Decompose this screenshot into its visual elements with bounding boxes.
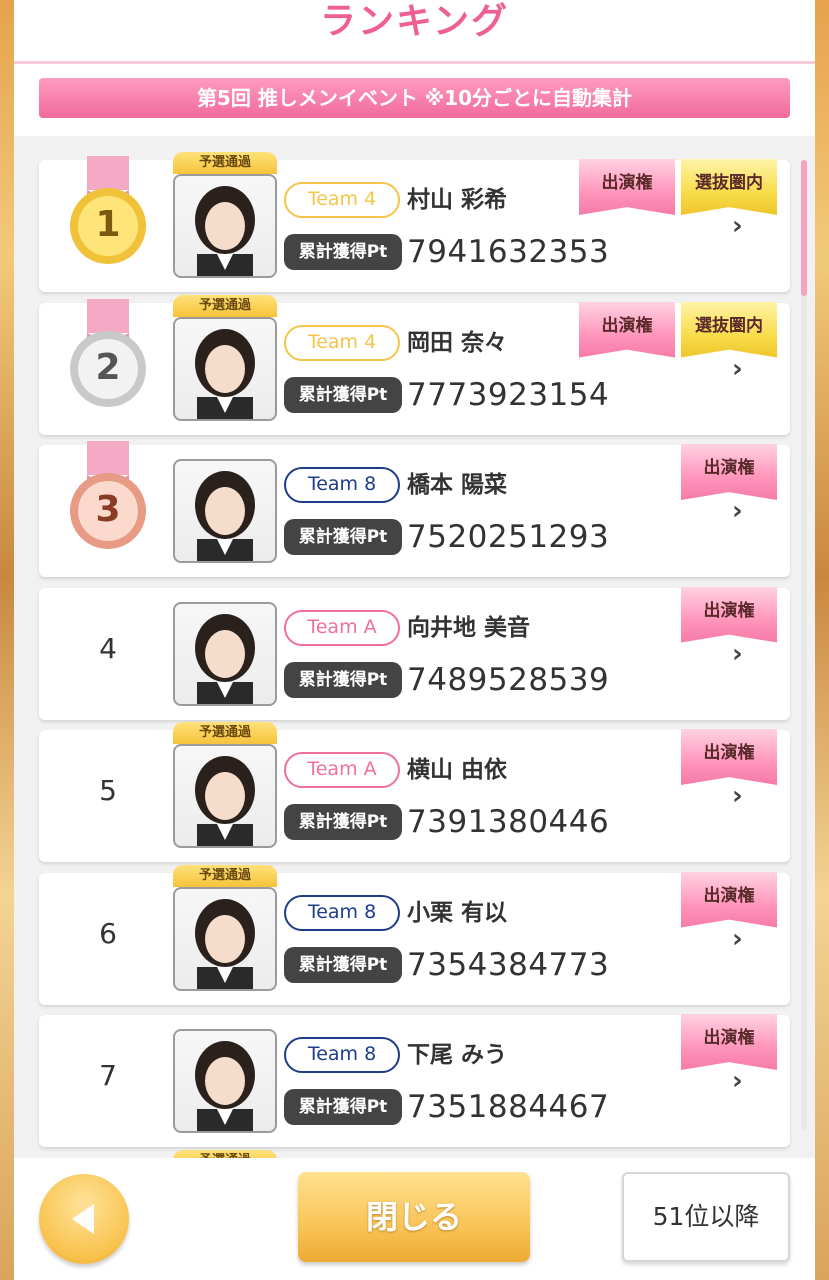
back-button[interactable] [39, 1174, 129, 1264]
ranking-row[interactable]: 2 予選通過 Team 4 岡田 奈々 累計獲得Pt 7773923154 出演権 選抜圏内 › [39, 294, 790, 435]
points-value: 7773923154 [407, 376, 610, 413]
points-value: 7520251293 [407, 519, 610, 555]
member-photo[interactable] [173, 174, 277, 278]
selected-badge: 選抜圏内 [681, 159, 777, 215]
chevron-right-icon[interactable]: › [732, 213, 756, 239]
chevron-right-icon[interactable]: › [732, 641, 756, 667]
footer: 閉じる 51位以降 [14, 1158, 815, 1280]
rank-number: 7 [99, 1059, 117, 1092]
appearance-badge: 出演権 [681, 1014, 777, 1070]
appearance-badge: 出演権 [579, 301, 675, 358]
member-photo[interactable] [173, 316, 277, 421]
qualify-tag: 予選通過 [173, 722, 277, 744]
points-value: 7489528539 [407, 661, 610, 698]
points-label: 累計獲得Pt [284, 804, 402, 840]
member-name: 向井地 美音 [407, 614, 531, 641]
chevron-right-icon[interactable]: › [732, 926, 756, 952]
chevron-right-icon[interactable]: › [732, 356, 756, 382]
triangle-left-icon [72, 1204, 94, 1234]
appearance-badge: 出演権 [681, 729, 777, 785]
ranking-row[interactable]: 5 予選通過 Team A 横山 由依 累計獲得Pt 7391380446 出演権 › [39, 722, 790, 862]
points-value: 7351884467 [407, 1089, 610, 1125]
rank-number: 4 [99, 631, 117, 665]
member-name: 岡田 奈々 [407, 329, 508, 356]
points-label: 累計獲得Pt [284, 661, 402, 698]
rank-number: 2 [95, 346, 121, 388]
team-badge: Team 4 [284, 182, 400, 218]
qualify-tag: 予選通過 [173, 152, 277, 174]
qualify-tag: 予選通過 [173, 1149, 277, 1158]
gold-medal-icon: 1 [63, 156, 153, 266]
ranking-row[interactable]: 7 Team 8 下尾 みう 累計獲得Pt 7351884467 出演権 › [39, 1014, 790, 1147]
silver-medal-icon: 2 [63, 298, 153, 409]
points-label: 累計獲得Pt [284, 234, 402, 270]
chevron-right-icon[interactable]: › [732, 783, 756, 809]
team-badge: Team 8 [284, 1037, 400, 1073]
rank-number: 3 [95, 489, 121, 530]
appearance-badge: 出演権 [681, 586, 777, 643]
qualify-tag: 予選通過 [173, 864, 277, 887]
scrollbar[interactable] [801, 160, 807, 1130]
rank-number: 5 [99, 774, 117, 807]
member-photo[interactable] [173, 601, 277, 706]
team-badge: Team 8 [284, 894, 400, 931]
next-page-button[interactable]: 51位以降 [622, 1172, 790, 1262]
member-name: 村山 彩希 [407, 187, 508, 213]
team-badge: Team A [284, 752, 400, 788]
points-label: 累計獲得Pt [284, 376, 402, 413]
background-left [0, 0, 14, 1280]
member-photo[interactable] [173, 1029, 277, 1133]
header: ランキング [14, 0, 815, 64]
ranking-panel: ランキング 第5回 推しメンイベント ※10分ごとに自動集計 1 予選通過 Team… [14, 0, 815, 1280]
member-name: 横山 由依 [407, 757, 508, 783]
ranking-list[interactable]: 1 予選通過 Team 4 村山 彩希 累計獲得Pt 7941632353 出演権 選抜圏内 ›… [14, 136, 815, 1158]
team-badge: Team A [284, 609, 400, 646]
ranking-row[interactable]: 3 Team 8 橋本 陽菜 累計獲得Pt 7520251293 出演権 › [39, 441, 790, 577]
scrollbar-thumb[interactable] [801, 160, 807, 296]
points-label: 累計獲得Pt [284, 519, 402, 555]
member-name: 橋本 陽菜 [407, 472, 508, 498]
rank-number: 6 [99, 916, 117, 950]
member-photo[interactable] [173, 459, 277, 563]
ranking-row[interactable]: 4 Team A 向井地 美音 累計獲得Pt 7489528539 出演権 › [39, 586, 790, 720]
event-banner: 第5回 推しメンイベント ※10分ごとに自動集計 [39, 78, 790, 118]
bronze-medal-icon: 3 [63, 441, 153, 551]
appearance-badge: 出演権 [681, 871, 777, 928]
points-label: 累計獲得Pt [284, 1089, 402, 1125]
close-button[interactable]: 閉じる [298, 1172, 530, 1262]
appearance-badge: 出演権 [579, 159, 675, 215]
points-value: 7391380446 [407, 804, 610, 840]
points-value: 7941632353 [407, 234, 610, 270]
appearance-badge: 出演権 [681, 444, 777, 500]
qualify-tag: 予選通過 [173, 294, 277, 317]
points-value: 7354384773 [407, 946, 610, 983]
member-photo[interactable] [173, 886, 277, 991]
background-right [815, 0, 829, 1280]
member-name: 小栗 有以 [407, 899, 508, 926]
selected-badge: 選抜圏内 [681, 301, 777, 358]
chevron-right-icon[interactable]: › [732, 498, 756, 524]
points-label: 累計獲得Pt [284, 946, 402, 983]
team-badge: Team 4 [284, 324, 400, 361]
page-title: ランキング [320, 1, 509, 42]
team-badge: Team 8 [284, 467, 400, 503]
chevron-right-icon[interactable]: › [732, 1068, 756, 1094]
member-name: 下尾 みう [407, 1042, 508, 1068]
ranking-row[interactable]: 1 予選通過 Team 4 村山 彩希 累計獲得Pt 7941632353 出演権 選抜圏内 › [39, 152, 790, 292]
member-photo[interactable] [173, 744, 277, 848]
ranking-row[interactable]: 6 予選通過 Team 8 小栗 有以 累計獲得Pt 7354384773 出演権 › [39, 864, 790, 1005]
rank-number: 1 [95, 204, 121, 245]
